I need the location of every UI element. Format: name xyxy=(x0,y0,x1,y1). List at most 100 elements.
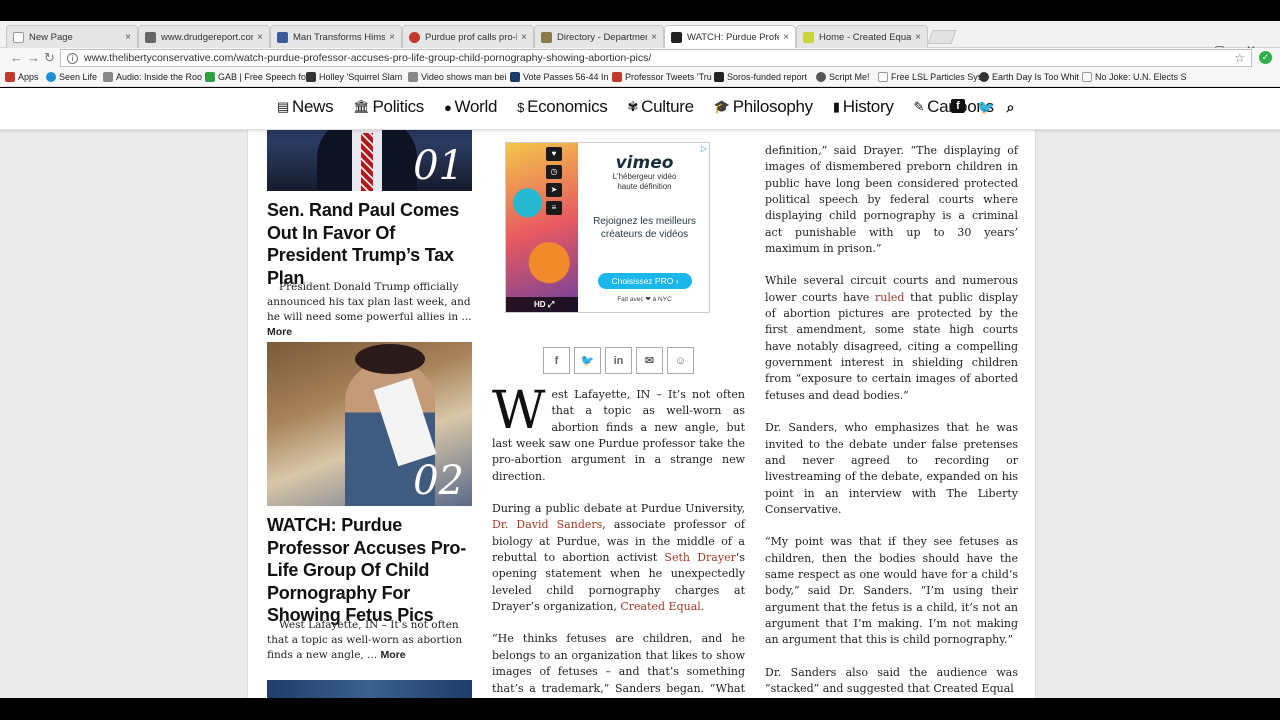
link-david-sanders[interactable]: Dr. David Sanders xyxy=(492,518,602,531)
nav-economics[interactable]: $ Economics xyxy=(517,97,608,117)
bookmark-icon xyxy=(205,72,215,82)
link-created-equal[interactable]: Created Equal xyxy=(620,600,700,613)
dollar-icon: $ xyxy=(517,99,525,115)
choose-pro-button[interactable]: Choisissez PRO › xyxy=(598,273,692,289)
vimeo-ad[interactable]: ♥ ◷ ➤ ≡ HD ⤢ vimeo L'hébergeur vidéo hau… xyxy=(505,142,710,313)
ad-tagline: L'hébergeur vidéo haute définition xyxy=(612,172,677,191)
bookmark-item[interactable]: Audio: Inside the Roo xyxy=(103,72,202,82)
link-seth-drayer[interactable]: Seth Drayer xyxy=(664,551,735,564)
twitter-icon[interactable]: 🐦 xyxy=(977,99,994,116)
nav-culture[interactable]: ✾ Culture xyxy=(627,97,695,117)
link-ruled[interactable]: ruled xyxy=(875,291,904,304)
article-paragraph: definition,” said Drayer. “The displayin… xyxy=(765,144,1018,256)
send-icon[interactable]: ➤ xyxy=(546,183,562,197)
tab-drudge[interactable]: www.drudgereport.com × xyxy=(138,25,270,48)
institution-icon: 🏛 xyxy=(353,99,370,114)
close-icon[interactable]: × xyxy=(125,32,131,43)
tab-man-transforms[interactable]: Man Transforms Himself × xyxy=(270,25,402,48)
photo-tie xyxy=(361,133,373,191)
layers-icon[interactable]: ≡ xyxy=(546,201,562,215)
bookmarks-bar: Apps Seen Life Audio: Inside the Roo GAB… xyxy=(0,69,1280,87)
reload-icon[interactable]: ↻ xyxy=(44,50,55,66)
bookmark-item[interactable]: Professor Tweets 'Tru xyxy=(612,72,712,82)
adchoices-icon[interactable]: ▷ xyxy=(701,144,707,153)
nav-world[interactable]: ● World xyxy=(444,97,497,117)
video-controls-bar[interactable]: HD ⤢ xyxy=(506,297,578,312)
info-icon[interactable]: i xyxy=(67,52,78,64)
site-header: ▤ News 🏛 Politics ● World $ Economics ✾ Cultu… xyxy=(0,88,1280,130)
facebook-share-icon[interactable]: f xyxy=(543,347,570,374)
main-nav: ▤ News 🏛 Politics ● World $ Economics ✾ Cultu… xyxy=(277,97,1014,117)
close-icon[interactable]: × xyxy=(915,32,921,43)
window-titlebar xyxy=(0,0,1280,21)
tab-created-equal[interactable]: Home - Created EqualCr × xyxy=(796,25,928,48)
article-column-2: definition,” said Drayer. “The displayin… xyxy=(765,143,1018,698)
sidebar-excerpt: President Donald Trump officially announ… xyxy=(267,281,472,338)
more-link[interactable]: More xyxy=(267,326,292,338)
article-column-1: West Lafayette, IN – It’s not often that… xyxy=(492,381,745,698)
bookmark-item[interactable]: Script Me! xyxy=(816,72,870,82)
tab-directory[interactable]: Directory - Department o × xyxy=(534,25,664,48)
book-icon: ▮ xyxy=(832,99,840,114)
bookmark-item[interactable]: Holley 'Squirrel Slam xyxy=(306,72,402,82)
content-area: 01 Sen. Rand Paul Comes Out In Favor Of … xyxy=(247,88,1036,698)
article-paragraph: “He thinks fetuses are children, and he … xyxy=(492,632,745,698)
bookmark-item[interactable]: Video shows man bei xyxy=(408,72,506,82)
sidebar-headline[interactable]: Sen. Rand Paul Comes Out In Favor Of Pre… xyxy=(267,199,472,289)
tab-purdue-prof[interactable]: Purdue prof calls pro-life × xyxy=(402,25,534,48)
bookmark-item[interactable]: Seen Life xyxy=(46,72,97,82)
bookmark-apps[interactable]: Apps xyxy=(5,72,39,82)
tab-watch-purdue[interactable]: WATCH: Purdue Professor × xyxy=(664,25,796,48)
reddit-share-icon[interactable]: ☺ xyxy=(667,347,694,374)
close-icon[interactable]: × xyxy=(257,32,263,43)
clock-icon[interactable]: ◷ xyxy=(546,165,562,179)
close-icon[interactable]: × xyxy=(651,32,657,43)
twitter-share-icon[interactable]: 🐦 xyxy=(574,347,601,374)
ad-artwork xyxy=(506,143,578,312)
back-arrow-icon[interactable]: ← xyxy=(10,50,23,65)
sidebar-headline[interactable]: WATCH: Purdue Professor Accuses Pro-Life… xyxy=(267,514,472,627)
bookmark-item[interactable]: Vote Passes 56-44 In xyxy=(510,72,609,82)
nav-politics[interactable]: 🏛 Politics xyxy=(353,97,424,117)
heart-icon[interactable]: ♥ xyxy=(546,147,562,161)
drop-cap: W xyxy=(492,381,546,441)
nav-history[interactable]: ▮ History xyxy=(833,97,894,117)
extension-icon[interactable]: ✓ xyxy=(1259,51,1272,64)
bookmark-icon xyxy=(612,72,622,82)
site-icon xyxy=(671,31,682,43)
bookmark-star-icon[interactable]: ☆ xyxy=(1234,51,1245,65)
page-icon xyxy=(13,31,24,43)
close-icon[interactable]: × xyxy=(783,32,789,43)
facebook-icon[interactable]: f xyxy=(951,99,965,113)
article-thumbnail[interactable] xyxy=(267,680,472,698)
forward-arrow-icon[interactable]: → xyxy=(27,50,40,65)
search-icon[interactable]: ⌕ xyxy=(1006,99,1014,116)
bookmark-item[interactable]: GAB | Free Speech fo xyxy=(205,72,306,82)
bookmark-item[interactable]: Earth Day Is Too Whit xyxy=(979,72,1079,82)
newspaper-icon: ▤ xyxy=(277,99,289,114)
bookmark-icon xyxy=(408,72,418,82)
photo-hat xyxy=(355,344,425,374)
article-paragraph: During a public debate at Purdue Univers… xyxy=(492,502,745,614)
bookmark-item[interactable]: Soros-funded report xyxy=(714,72,807,82)
address-bar[interactable]: i www.thelibertyconservative.com/watch-p… xyxy=(60,49,1252,67)
nav-news[interactable]: ▤ News xyxy=(277,97,334,117)
bookmark-item[interactable]: No Joke: U.N. Elects S xyxy=(1082,72,1187,82)
nav-philosophy[interactable]: 🎓 Philosophy xyxy=(714,97,813,117)
ad-headline: Rejoignez les meilleurs créateurs de vid… xyxy=(593,216,696,240)
close-icon[interactable]: × xyxy=(389,32,395,43)
social-links: f 🐦 ⌕ xyxy=(951,99,1014,116)
more-link[interactable]: More xyxy=(380,649,405,661)
close-icon[interactable]: × xyxy=(521,32,527,43)
rank-number: 01 xyxy=(413,143,464,189)
browser-toolbar: ← → ↻ i www.thelibertyconservative.com/w… xyxy=(0,48,1280,69)
article-thumbnail[interactable]: 02 xyxy=(267,342,472,506)
bookmark-item[interactable]: Free LSL Particles Syst xyxy=(878,72,985,82)
leaf-icon: ✾ xyxy=(627,99,639,114)
linkedin-share-icon[interactable]: in xyxy=(605,347,632,374)
new-tab-button[interactable] xyxy=(927,30,957,44)
email-share-icon[interactable]: ✉ xyxy=(636,347,663,374)
graduation-cap-icon: 🎓 xyxy=(713,99,730,114)
tab-new-page[interactable]: New Page × xyxy=(6,25,138,48)
bookmark-icon xyxy=(510,72,520,82)
